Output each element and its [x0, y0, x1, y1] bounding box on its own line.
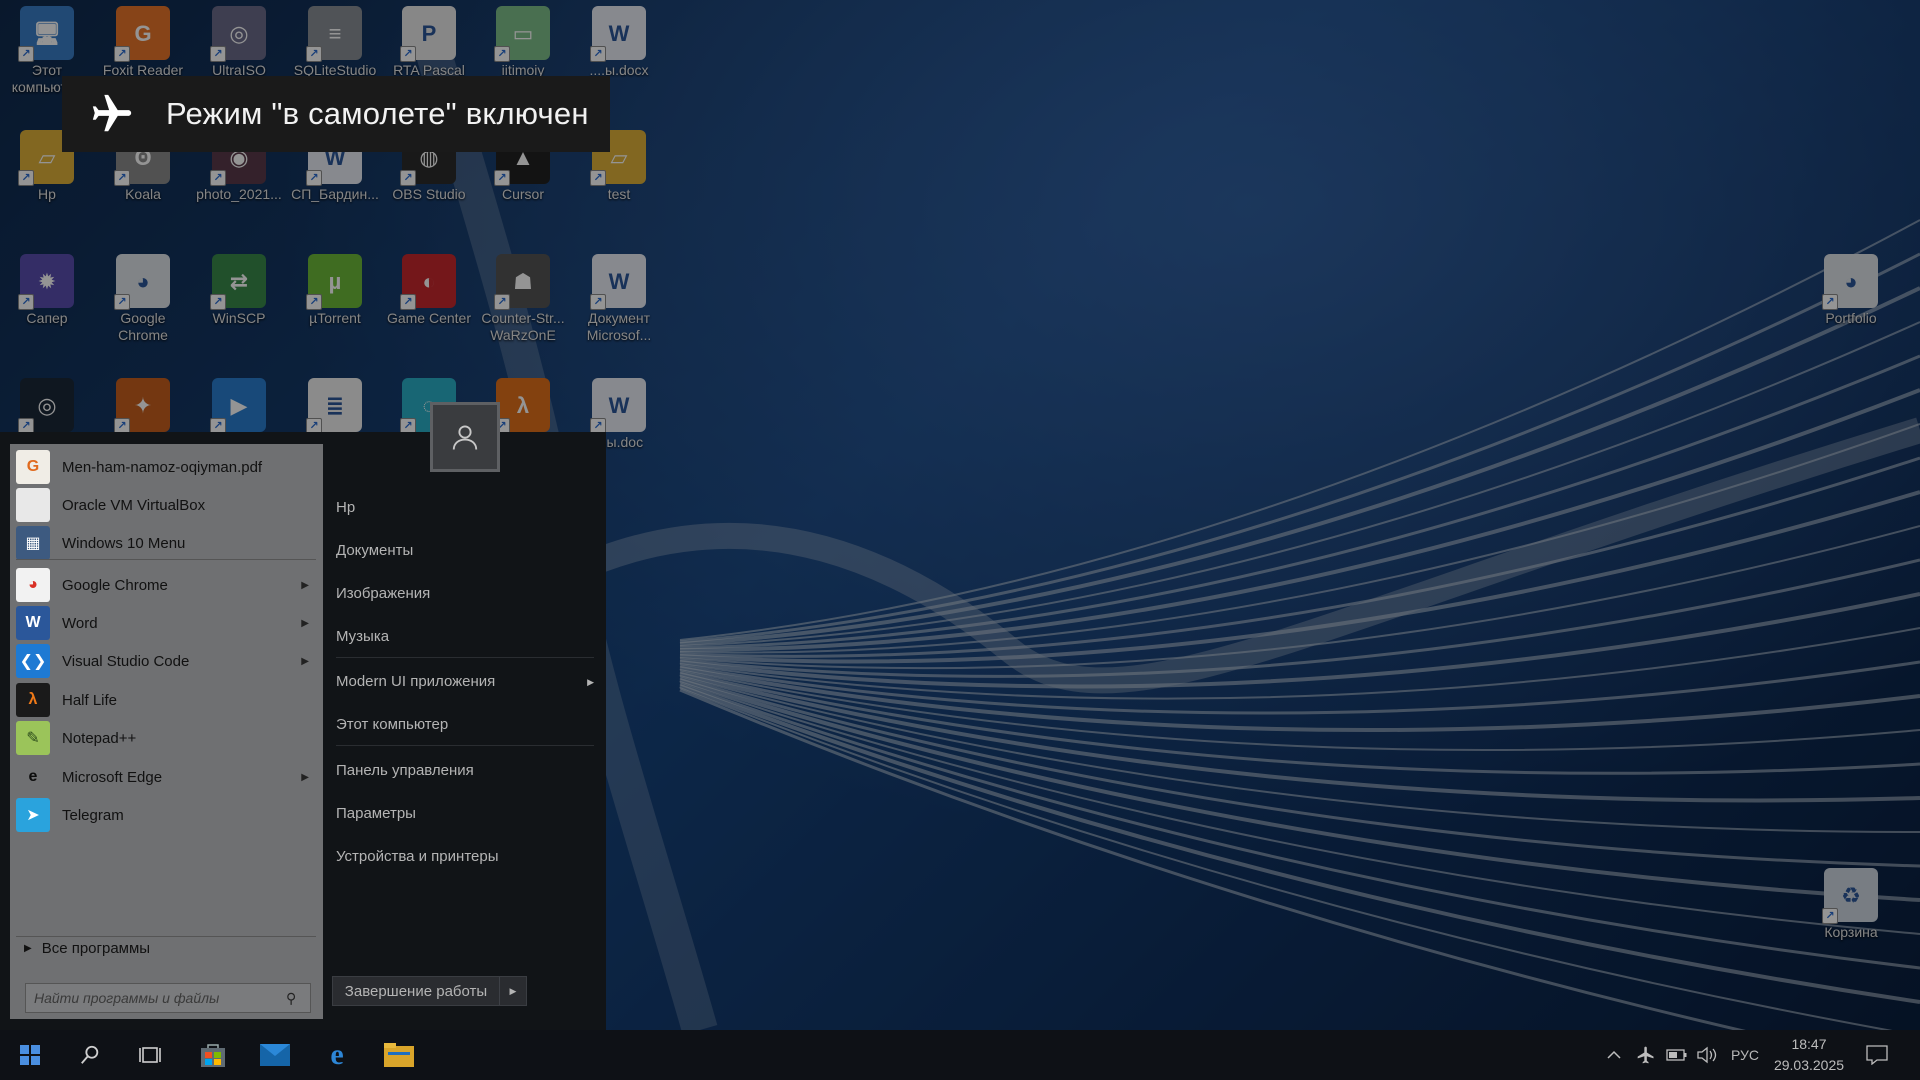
program-label: Notepad++ [62, 729, 137, 747]
store-icon [201, 1044, 225, 1067]
start-search-box[interactable]: ⚲ [25, 983, 311, 1013]
place-label: Музыка [336, 628, 390, 645]
start-place-item[interactable]: Устройства и принтеры [336, 848, 594, 865]
airplane-status[interactable] [1636, 1030, 1656, 1080]
start-icon [20, 1045, 40, 1065]
place-label: Параметры [336, 805, 416, 822]
start-place-item[interactable]: Музыка [336, 628, 594, 645]
program-label: Telegram [62, 806, 124, 824]
task-view-icon [139, 1047, 161, 1063]
start-place-item[interactable]: Параметры [336, 805, 594, 822]
place-label: Документы [336, 542, 414, 559]
chrome-icon: ◕ [16, 568, 50, 602]
submenu-arrow-icon: ▶ [301, 655, 309, 667]
edge-icon: e [16, 760, 50, 794]
user-icon [452, 425, 478, 450]
divider [16, 559, 316, 560]
half-life-icon: λ [16, 683, 50, 717]
mail-button[interactable] [252, 1030, 298, 1080]
airplane-icon [1637, 1046, 1654, 1064]
start-place-item[interactable]: Документы [336, 542, 594, 559]
start-program-item[interactable]: ➤ Telegram [10, 792, 323, 838]
program-label: Word [62, 614, 98, 632]
airplane-mode-notification[interactable]: Режим "в самолете" включен [62, 76, 610, 152]
airplane-icon [82, 84, 142, 144]
search-icon[interactable]: ⚲ [286, 990, 310, 1007]
shutdown-button-group: Завершение работы ▶ [332, 976, 527, 1006]
place-label: Modern UI приложения [336, 673, 496, 690]
start-place-item[interactable]: Modern UI приложения ▶ [336, 673, 594, 690]
start-place-item[interactable]: Этот компьютер [336, 716, 594, 733]
divider [336, 745, 594, 746]
search-input[interactable] [26, 989, 286, 1007]
file-explorer-button[interactable] [376, 1030, 422, 1080]
vscode-icon: ❮❯ [16, 644, 50, 678]
divider [16, 936, 316, 937]
notification-icon [1866, 1045, 1888, 1065]
volume-control[interactable] [1696, 1030, 1718, 1080]
language-indicator[interactable]: РУС [1731, 1030, 1759, 1080]
submenu-arrow-icon: ▶ [587, 677, 594, 687]
place-label: Изображения [336, 585, 431, 602]
file-explorer-icon [384, 1043, 414, 1067]
notepad-plus-plus-icon: ✎ [16, 721, 50, 755]
start-menu: G Men-ham-namoz-oqiyman.pdf Oracle VM Virt… [0, 432, 606, 1030]
edge-icon: e [330, 1038, 344, 1071]
start-place-item[interactable]: Изображения [336, 585, 594, 602]
task-view-button[interactable] [128, 1030, 172, 1080]
shutdown-button[interactable]: Завершение работы [333, 977, 500, 1005]
submenu-arrow-icon: ▶ [301, 617, 309, 629]
triangle-right-icon: ▶ [24, 943, 32, 954]
start-place-item[interactable]: Hp [336, 499, 594, 516]
place-label: Устройства и принтеры [336, 848, 499, 865]
pdf-icon: G [16, 450, 50, 484]
word-icon: W [16, 606, 50, 640]
start-place-item[interactable]: Панель управления [336, 762, 594, 779]
clock-date: 29.03.2025 [1773, 1057, 1845, 1073]
all-programs-button[interactable]: ▶ Все программы [24, 940, 150, 957]
speaker-icon [1697, 1046, 1717, 1064]
start-button[interactable] [8, 1030, 52, 1080]
program-label: Google Chrome [62, 576, 168, 594]
program-label: Men-ham-namoz-oqiyman.pdf [62, 458, 263, 476]
search-button[interactable] [68, 1030, 112, 1080]
windows-menu-icon: ▦ [16, 526, 50, 560]
all-programs-label: Все программы [41, 940, 151, 957]
action-center-button[interactable] [1866, 1030, 1888, 1080]
place-label: Hp [336, 499, 356, 516]
user-avatar[interactable] [430, 402, 500, 472]
place-label: Панель управления [336, 762, 474, 779]
edge-button[interactable]: e [314, 1030, 360, 1080]
search-icon [81, 1045, 99, 1064]
battery-status[interactable] [1666, 1030, 1688, 1080]
divider [336, 657, 594, 658]
program-label: Half Life [62, 691, 118, 709]
clock-time: 18:47 [1791, 1036, 1827, 1052]
store-button[interactable] [190, 1030, 236, 1080]
submenu-arrow-icon: ▶ [301, 771, 309, 783]
program-label: Oracle VM VirtualBox [62, 496, 206, 514]
chevron-up-icon [1607, 1050, 1621, 1059]
submenu-arrow-icon: ▶ [301, 579, 309, 591]
notification-text: Режим "в самолете" включен [166, 96, 589, 131]
start-places-pane: Hp Документы Изображения Музыка Modern UI пр… [326, 432, 606, 1030]
mail-icon [260, 1044, 290, 1066]
program-label: Microsoft Edge [62, 768, 163, 786]
telegram-icon: ➤ [16, 798, 50, 832]
place-label: Этот компьютер [336, 716, 449, 733]
battery-icon [1666, 1049, 1687, 1061]
program-label: Windows 10 Menu [62, 534, 186, 552]
blank-file-icon [16, 488, 50, 522]
show-hidden-icons-button[interactable] [1606, 1030, 1622, 1080]
taskbar: e РУС 18:47 29.03.2025 [0, 1030, 1920, 1080]
start-programs-pane: G Men-ham-namoz-oqiyman.pdf Oracle VM Virt… [10, 444, 323, 1019]
program-label: Visual Studio Code [62, 652, 190, 670]
shutdown-options-arrow[interactable]: ▶ [500, 977, 526, 1005]
clock[interactable]: 18:47 29.03.2025 [1766, 1034, 1852, 1076]
